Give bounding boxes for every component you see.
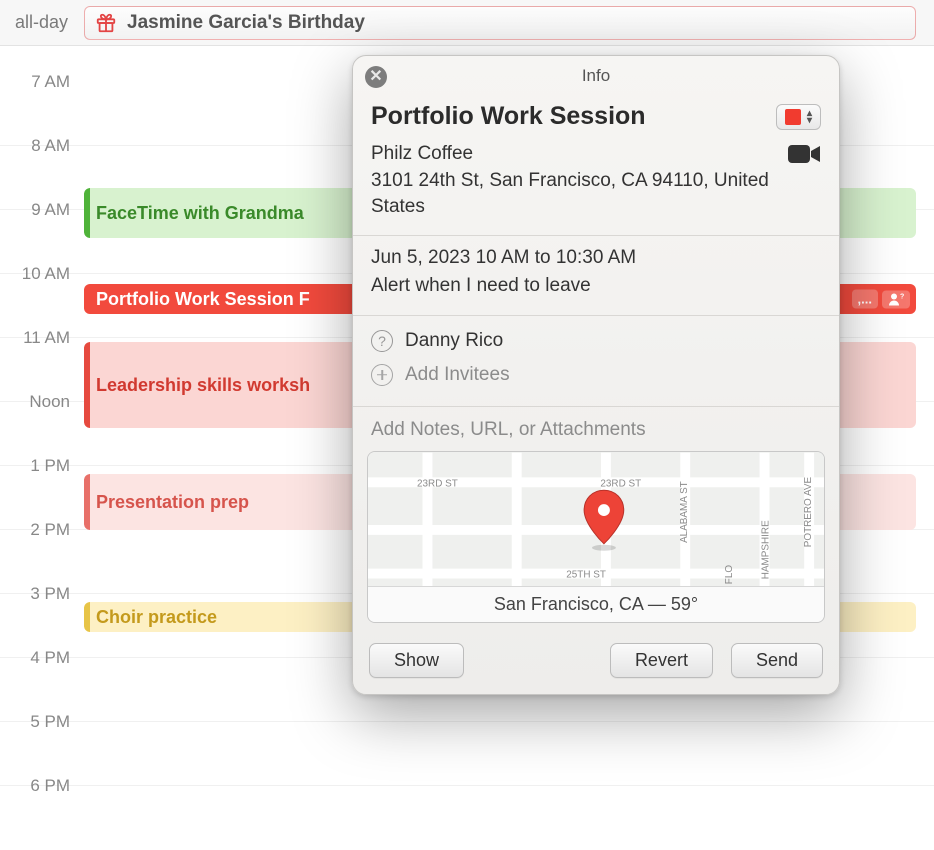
hour-label: 7 AM bbox=[0, 72, 80, 92]
popover-invitees-section: ? Danny Rico Add Invitees bbox=[353, 316, 839, 407]
event-title[interactable]: Portfolio Work Session bbox=[371, 102, 646, 131]
event-title-label: Choir practice bbox=[96, 607, 217, 628]
hour-label: 3 PM bbox=[0, 584, 80, 604]
map-weather-footer: San Francisco, CA — 59° bbox=[368, 586, 824, 622]
plus-icon bbox=[371, 364, 393, 386]
hour-label: 11 AM bbox=[0, 328, 80, 348]
invitee-status-icon: ? bbox=[882, 290, 910, 308]
svg-text:23RD ST: 23RD ST bbox=[417, 478, 458, 489]
hour-row: 6 PM bbox=[0, 786, 934, 826]
hour-label: Noon bbox=[0, 392, 80, 412]
calendar-color-swatch bbox=[785, 109, 801, 125]
event-info-popover: ✕ Info Portfolio Work Session ▴▾ Philz C… bbox=[352, 55, 840, 695]
show-button[interactable]: Show bbox=[369, 643, 464, 678]
svg-text:FLO: FLO bbox=[724, 564, 735, 584]
svg-text:ALABAMA ST: ALABAMA ST bbox=[679, 481, 690, 543]
close-button[interactable]: ✕ bbox=[365, 66, 387, 88]
invitee-name: Danny Rico bbox=[405, 330, 503, 352]
hour-label: 2 PM bbox=[0, 520, 80, 540]
event-title-label: Portfolio Work Session F bbox=[96, 289, 310, 310]
gift-icon bbox=[95, 12, 117, 34]
add-invitees-label: Add Invitees bbox=[405, 364, 510, 386]
chevrons-icon: ▴▾ bbox=[807, 110, 812, 124]
event-title-label: FaceTime with Grandma bbox=[96, 203, 304, 224]
event-location-name[interactable]: Philz Coffee bbox=[371, 141, 777, 168]
hour-label: 5 PM bbox=[0, 712, 80, 732]
map-graphic: 23RD ST 23RD ST 25TH ST ALABAMA ST POTRE… bbox=[368, 452, 824, 592]
allday-row: all-day Jasmine Garcia's Birthday bbox=[0, 0, 934, 46]
allday-event-title: Jasmine Garcia's Birthday bbox=[127, 12, 365, 34]
event-datetime: Jun 5, 2023 10 AM to 10:30 AM bbox=[371, 244, 821, 273]
hour-label: 1 PM bbox=[0, 456, 80, 476]
video-icon[interactable] bbox=[787, 143, 821, 165]
revert-button[interactable]: Revert bbox=[610, 643, 713, 678]
notes-field[interactable]: Add Notes, URL, or Attachments bbox=[353, 407, 839, 451]
location-map[interactable]: 23RD ST 23RD ST 25TH ST ALABAMA ST POTRE… bbox=[367, 451, 825, 623]
svg-text:?: ? bbox=[900, 293, 904, 300]
event-title-label: Leadership skills worksh bbox=[96, 375, 310, 396]
allday-event[interactable]: Jasmine Garcia's Birthday bbox=[84, 6, 916, 40]
invitee-status-unknown-icon: ? bbox=[371, 330, 393, 352]
allday-label: all-day bbox=[0, 0, 80, 45]
popover-header-title: Info bbox=[582, 66, 610, 85]
popover-button-bar: Show Revert Send bbox=[353, 633, 839, 694]
event-title-label: Presentation prep bbox=[96, 492, 249, 513]
svg-text:25TH ST: 25TH ST bbox=[566, 569, 606, 580]
svg-text:HAMPSHIRE: HAMPSHIRE bbox=[760, 520, 771, 579]
event-alert-text: Alert when I need to leave bbox=[371, 272, 821, 301]
hour-label: 10 AM bbox=[0, 264, 80, 284]
hour-label: 9 AM bbox=[0, 200, 80, 220]
hour-row: 5 PM bbox=[0, 722, 934, 786]
hour-label: 6 PM bbox=[0, 776, 80, 796]
svg-text:POTRERO AVE: POTRERO AVE bbox=[803, 476, 814, 547]
svg-text:23RD ST: 23RD ST bbox=[600, 478, 641, 489]
hour-label: 4 PM bbox=[0, 648, 80, 668]
popover-title-section: Portfolio Work Session ▴▾ Philz Coffee 3… bbox=[353, 94, 839, 236]
popover-time-section[interactable]: Jun 5, 2023 10 AM to 10:30 AM Alert when… bbox=[353, 236, 839, 316]
event-badges: ,...? bbox=[852, 290, 910, 309]
invitee-row[interactable]: ? Danny Rico bbox=[371, 324, 821, 358]
event-location-address[interactable]: 3101 24th St, San Francisco, CA 94110, U… bbox=[371, 168, 777, 221]
add-invitees-row[interactable]: Add Invitees bbox=[371, 358, 821, 392]
hour-label: 8 AM bbox=[0, 136, 80, 156]
send-button[interactable]: Send bbox=[731, 643, 823, 678]
popover-header: ✕ Info bbox=[353, 56, 839, 94]
calendar-color-picker[interactable]: ▴▾ bbox=[776, 104, 821, 130]
